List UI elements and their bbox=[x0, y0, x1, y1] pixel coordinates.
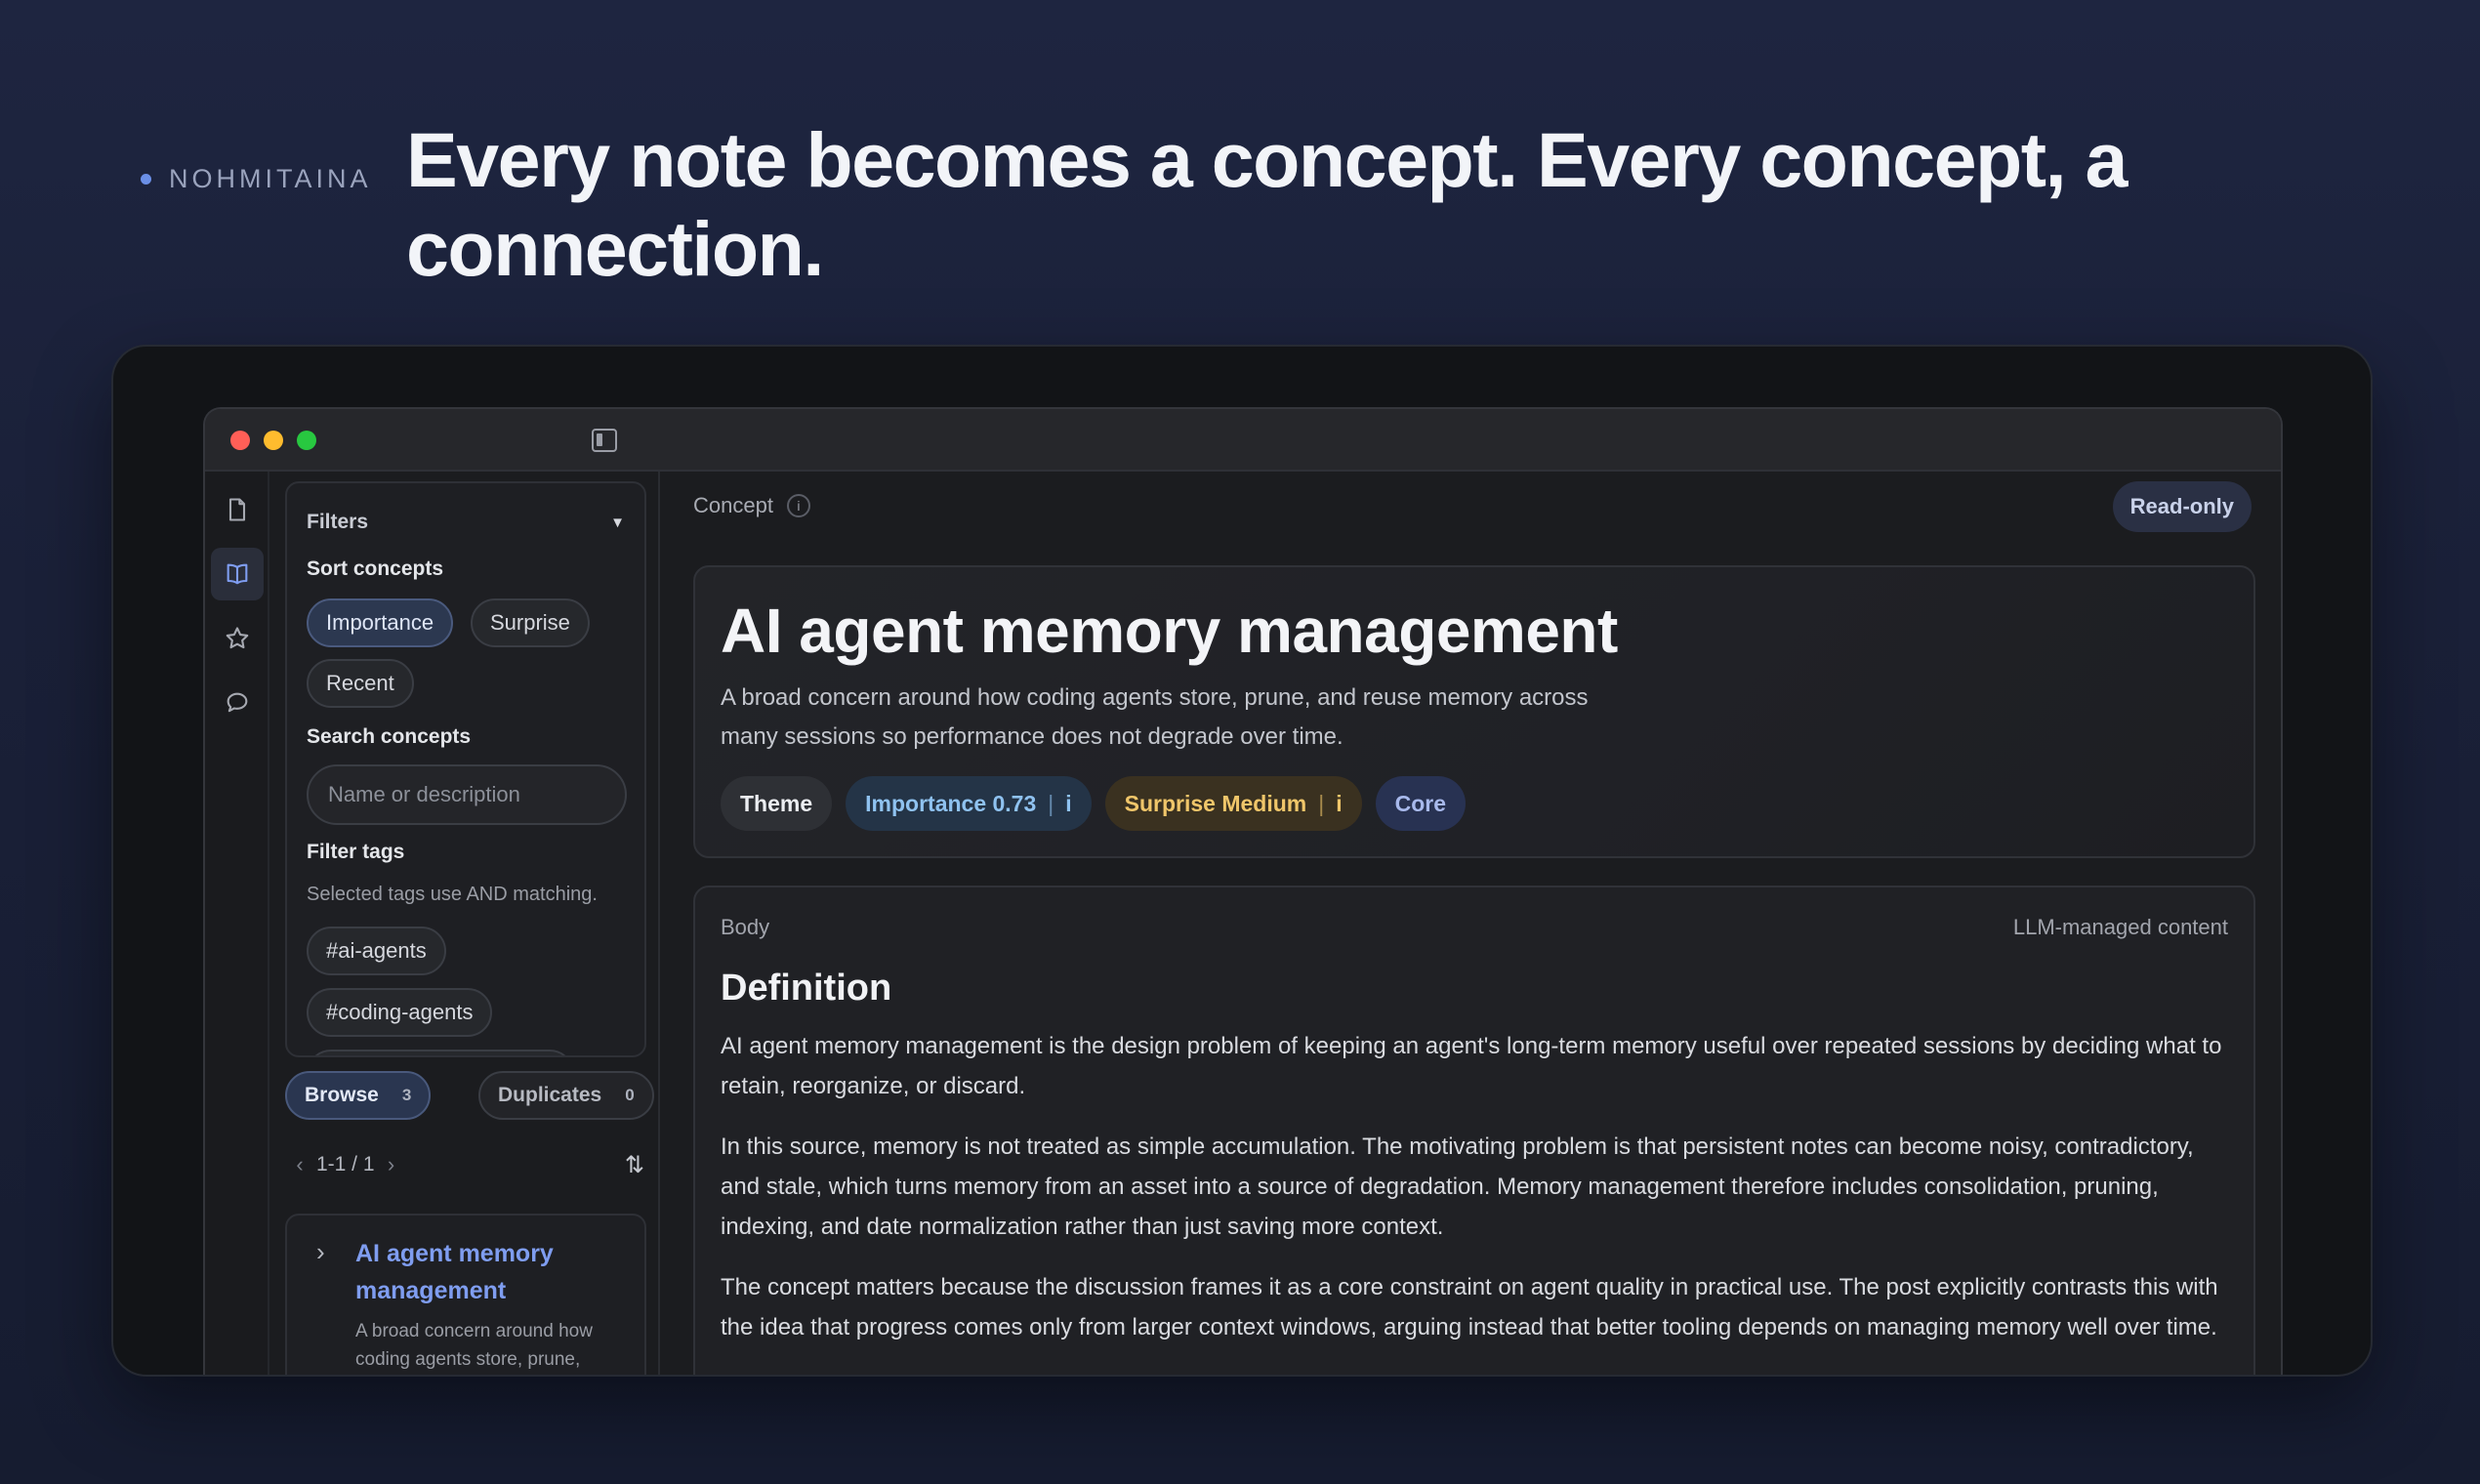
search-label: Search concepts bbox=[307, 725, 472, 748]
rail-notes-button[interactable] bbox=[211, 483, 264, 536]
close-window-button[interactable] bbox=[230, 431, 250, 450]
result-description: A broad concern around how coding agents… bbox=[355, 1321, 593, 1370]
importance-badge-label: Importance 0.73 bbox=[865, 790, 1037, 816]
concept-search-input[interactable]: Name or description bbox=[307, 764, 627, 825]
concept-badges: Theme Importance 0.73 | i Surprise Mediu… bbox=[721, 776, 1467, 831]
sort-order-icon[interactable]: ⇅ bbox=[625, 1151, 644, 1179]
next-page-icon[interactable]: › bbox=[375, 1152, 408, 1177]
tag-chip[interactable]: #coding-agents bbox=[307, 988, 493, 1037]
body-label: Body bbox=[721, 915, 770, 939]
surprise-badge-label: Surprise Medium bbox=[1124, 790, 1307, 816]
info-icon[interactable]: i bbox=[1336, 791, 1342, 817]
caret-down-icon[interactable]: ▼ bbox=[610, 515, 625, 531]
sidebar-toggle-icon[interactable] bbox=[592, 429, 617, 452]
hero-section: NOHMITAINA Every note becomes a concept.… bbox=[141, 115, 2289, 310]
tab-browse[interactable]: Browse 3 bbox=[285, 1071, 432, 1120]
brand-dot-icon bbox=[141, 174, 151, 185]
importance-badge[interactable]: Importance 0.73 | i bbox=[846, 776, 1092, 831]
result-title[interactable]: AI agent memory management bbox=[355, 1235, 629, 1309]
concept-description: A broad concern around how coding agents… bbox=[721, 684, 1589, 750]
theme-badge: Theme bbox=[721, 776, 833, 831]
section-heading: Definition bbox=[721, 968, 892, 1009]
info-icon[interactable]: i bbox=[786, 494, 810, 517]
crumb-label: Concept bbox=[693, 493, 773, 517]
sort-importance-chip[interactable]: Importance bbox=[307, 598, 454, 647]
theme-badge-label: Theme bbox=[740, 790, 813, 816]
read-only-badge: Read-only bbox=[2112, 481, 2252, 532]
sort-recent-chip[interactable]: Recent bbox=[307, 659, 414, 708]
pager: ‹ 1-1 / 1 › ⇅ bbox=[283, 1145, 644, 1184]
sort-surprise-chip[interactable]: Surprise bbox=[471, 598, 590, 647]
info-icon[interactable]: i bbox=[1065, 791, 1071, 817]
core-badge-label: Core bbox=[1394, 790, 1447, 816]
tag-chip-partial[interactable] bbox=[307, 1050, 574, 1055]
titlebar bbox=[205, 409, 2281, 472]
surprise-badge[interactable]: Surprise Medium | i bbox=[1104, 776, 1362, 831]
concept-list-column: Filters ▼ Sort concepts Importance Surpr… bbox=[269, 472, 660, 1375]
chat-bubble-icon bbox=[227, 692, 248, 713]
body-paragraph: AI agent memory management is the design… bbox=[721, 1033, 2222, 1099]
rail-concepts-button[interactable] bbox=[211, 548, 264, 600]
hero-headline: Every note becomes a concept. Every conc… bbox=[406, 116, 2128, 292]
app-window: Filters ▼ Sort concepts Importance Surpr… bbox=[203, 407, 2283, 1375]
core-badge: Core bbox=[1375, 776, 1467, 831]
concept-header-card: AI agent memory management A broad conce… bbox=[693, 565, 2255, 858]
book-icon bbox=[227, 563, 248, 585]
zoom-window-button[interactable] bbox=[297, 431, 316, 450]
body-card: Body LLM-managed content Definition AI a… bbox=[693, 886, 2255, 1375]
tab-duplicates-label: Duplicates bbox=[498, 1084, 602, 1106]
list-item[interactable]: › AI agent memory management A broad con… bbox=[285, 1214, 646, 1375]
star-icon bbox=[226, 627, 249, 649]
chevron-right-icon[interactable]: › bbox=[316, 1237, 325, 1267]
body-paragraph: The concept matters because the discussi… bbox=[721, 1274, 2218, 1340]
rail-chat-button[interactable] bbox=[211, 677, 264, 729]
tab-duplicates-count: 0 bbox=[625, 1086, 635, 1104]
minimize-window-button[interactable] bbox=[264, 431, 283, 450]
page-title: AI agent memory management bbox=[721, 596, 1618, 666]
brand-name: NOHMITAINA bbox=[169, 164, 372, 193]
breadcrumb: Concept i bbox=[693, 493, 810, 518]
tab-browse-count: 3 bbox=[401, 1086, 412, 1104]
filters-title: Filters bbox=[307, 511, 369, 533]
tag-chip[interactable]: #ai-agents bbox=[307, 927, 446, 975]
tab-duplicates[interactable]: Duplicates 0 bbox=[478, 1071, 654, 1120]
badge-divider: | bbox=[1318, 790, 1325, 816]
tab-browse-label: Browse bbox=[305, 1084, 379, 1106]
concept-detail-pane: Concept i Read-only AI agent memory mana… bbox=[662, 472, 2281, 1375]
document-icon bbox=[228, 498, 246, 521]
tags-hint: Selected tags use AND matching. bbox=[307, 884, 598, 905]
icon-rail bbox=[205, 472, 269, 1375]
filters-panel: Filters ▼ Sort concepts Importance Surpr… bbox=[285, 481, 646, 1057]
stage-card: Filters ▼ Sort concepts Importance Surpr… bbox=[111, 345, 2373, 1377]
prev-page-icon[interactable]: ‹ bbox=[283, 1152, 316, 1177]
llm-managed-label: LLM-managed content bbox=[2012, 915, 2228, 939]
body-text: AI agent memory management is the design… bbox=[721, 1026, 2224, 1368]
filters-header[interactable]: Filters ▼ bbox=[307, 511, 625, 534]
body-paragraph: In this source, memory is not treated as… bbox=[721, 1134, 2194, 1240]
page-range: 1-1 / 1 bbox=[316, 1153, 375, 1175]
rail-favorites-button[interactable] bbox=[211, 612, 264, 665]
sort-label: Sort concepts bbox=[307, 557, 444, 580]
badge-divider: | bbox=[1048, 790, 1054, 816]
brand-label: NOHMITAINA bbox=[141, 164, 372, 194]
tags-label: Filter tags bbox=[307, 841, 405, 863]
